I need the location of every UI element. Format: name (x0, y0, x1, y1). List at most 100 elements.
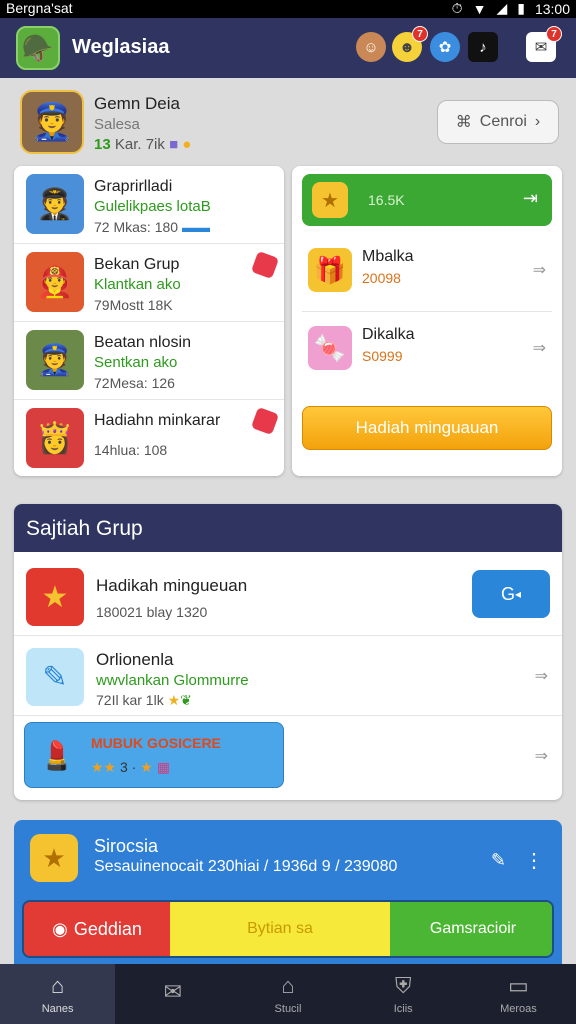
weekly-reward-button[interactable]: Hadiah minguauan (302, 406, 552, 450)
arrow-right-icon: ⇒ (534, 748, 548, 765)
group-thumb: 👸 (26, 408, 84, 468)
profile-header: 👮 Gemn Deia Salesa 13 Kar. 7ik ■ ● ⌘ Cen… (14, 84, 562, 160)
group-title: Beatan nlosin (94, 334, 191, 351)
candy-icon: 🍬 (308, 326, 352, 370)
avatar-icon[interactable]: ☺ (356, 32, 386, 62)
group-item[interactable]: 👮 Beatan nlosin Sentkan ako 72Mesa: 126 (14, 322, 284, 400)
profile-subtitle: Salesa (94, 116, 140, 133)
gift-icon: ▦ (156, 759, 170, 775)
app-logo[interactable]: 🪖 (16, 26, 60, 70)
nav-label: Meroas (500, 1003, 537, 1015)
group-title: Hadiahn minkarar (94, 412, 221, 429)
group-thumb: 👨‍🚒 (26, 252, 84, 312)
rewards-value: 16.5K (368, 192, 405, 208)
row-title: Orlionenla (96, 650, 174, 669)
group-section-row[interactable]: ✎ Orlionenla wwvlankan Glommurre 72Il ka… (14, 636, 562, 716)
nav-label: Nanes (41, 1003, 74, 1015)
gem-icon: ■ (169, 136, 179, 153)
sirocia-section: ★ Sirocsia Sesauinenocait 230hiai / 1936… (14, 820, 562, 965)
reward-value: S0999 (362, 348, 403, 364)
leaf-icon: ❦ (180, 692, 192, 708)
green-action-button[interactable]: Gamsracioir (390, 902, 552, 956)
target-icon: ◉ (52, 918, 68, 939)
reward-item[interactable]: 🎁 Mbalka 20098 ⇒ (302, 234, 552, 312)
star-icon: ★ (167, 692, 181, 708)
sirocia-subtitle: Sesauinenocait 230hiai / 1936d 9 / 23908… (94, 858, 398, 875)
group-meta: 72 Mkas: 180 ▬▬ (94, 219, 210, 235)
group-thumb: 👮 (26, 330, 84, 390)
arrow-right-icon: ⇒ (534, 668, 548, 685)
red-action-label: Geddian (73, 918, 142, 939)
action-bar: ◉ Geddian Bytian sa Gamsracioir (22, 900, 554, 958)
signal-icon: ◢ (496, 0, 508, 16)
reward-value: 20098 (362, 270, 401, 286)
row-meta: 180021 blay 1320 (96, 604, 208, 620)
cancel-icon: ⌘ (455, 114, 472, 131)
tile-rating: ★★ 3 · ★ ▦ (91, 759, 170, 776)
reward-item[interactable]: 🍬 Dikalka S0999 ⇒ (302, 312, 552, 390)
star-icon: ★ (312, 182, 348, 218)
sirocia-title: Sirocsia (94, 836, 159, 856)
tile-title: MUBUK GOSICERE (91, 735, 221, 751)
group-item[interactable]: 👨‍🚒 Bekan Grup Klantkan ako 79Mostt 18K (14, 244, 284, 322)
rewards-banner[interactable]: ★ 16.5K ⇥ (302, 174, 552, 226)
red-action-button[interactable]: ◉ Geddian (24, 902, 170, 956)
profile-avatar[interactable]: 👮 (20, 90, 84, 154)
carrier-label: Bergna'sat (6, 0, 73, 16)
group-item[interactable]: 🧑‍✈️ Graprirlladi Gulelikpaes lotaB 72 M… (14, 166, 284, 244)
group-section: Sajtiah Grup ★ Hadikah mingueuan 180021 … (14, 504, 562, 800)
chest-icon: 🎁 (308, 248, 352, 292)
yellow-action-button[interactable]: Bytian sa (170, 902, 390, 956)
go-button[interactable]: G ◂ (472, 570, 550, 618)
group-section-row[interactable]: ★ Hadikah mingueuan 180021 blay 1320 G ◂ (14, 556, 562, 636)
nav-briefcase[interactable]: ▭ Meroas (461, 964, 576, 1024)
nav-label: Stucil (274, 1003, 302, 1015)
nav-home[interactable]: ⌂ Nanes (0, 964, 116, 1024)
message-icon[interactable]: ✉ 7 (526, 26, 562, 62)
group-meta: 14hlua: 108 (94, 442, 168, 458)
reward-title: Dikalka (362, 326, 415, 343)
profile-stats: 13 Kar. 7ik ■ ● (94, 136, 191, 153)
row-meta-text: 72Il kar 1lk (96, 692, 164, 708)
store-icon: ⌂ (281, 973, 295, 998)
menu-icon[interactable]: ⇥ (523, 188, 538, 209)
group-title: Bekan Grup (94, 256, 180, 273)
group-meta: 79Mostt 18K (94, 297, 173, 313)
briefcase-icon: ▭ (508, 973, 529, 998)
more-icon[interactable]: ⋮ (524, 848, 544, 873)
shield-icon: ⛨ (394, 973, 412, 998)
group-item[interactable]: 👸 Hadiahn minkarar 14hlua: 108 (14, 400, 284, 478)
nav-mail[interactable]: ✉ (115, 964, 230, 1024)
section-header: Sajtiah Grup (14, 504, 562, 552)
cancel-label: Cenroi (479, 113, 527, 130)
nav-label: Iciis (393, 1003, 413, 1015)
nav-shield[interactable]: ⛨ Iciis (346, 964, 461, 1024)
profile-stat-green: 13 (94, 136, 111, 153)
rewards-card: ★ 16.5K ⇥ 🎁 Mbalka 20098 ⇒ 🍬 Dikalka S09… (292, 166, 562, 476)
cancel-button[interactable]: ⌘ Cenroi › (437, 100, 559, 144)
alarm-icon: ⏱ (451, 0, 463, 16)
lipstick-icon: 💄 (39, 739, 75, 771)
share-icon[interactable]: ✿ (430, 32, 460, 62)
edit-icon[interactable]: ✎ (491, 850, 506, 871)
home-icon: ⌂ (50, 973, 65, 998)
promo-tile[interactable]: 💄 MUBUK GOSICERE ★★ 3 · ★ ▦ (24, 722, 284, 788)
group-title: Graprirlladi (94, 178, 173, 195)
row-title: Hadikah mingueuan (96, 576, 248, 595)
nav-store[interactable]: ⌂ Stucil (230, 964, 345, 1024)
star-icon: ★★ (91, 759, 117, 775)
coin-icon: ● (182, 136, 192, 153)
emoji-icon[interactable]: ☻ 7 (392, 26, 428, 62)
chevron-right-icon: › (534, 113, 541, 130)
battery-icon: ▮ (517, 0, 525, 16)
app-title: Weglasiaa (72, 36, 170, 58)
group-section-row[interactable]: 💄 MUBUK GOSICERE ★★ 3 · ★ ▦ ⇒ (14, 716, 562, 796)
toggle-icon: ▬▬ (181, 219, 210, 235)
go-label: G (500, 583, 515, 604)
star-box-icon: ★ (26, 568, 84, 626)
notification-badge: 7 (412, 26, 428, 42)
group-subtitle: Sentkan ako (94, 354, 178, 371)
arrow-right-icon: ⇒ (532, 262, 546, 279)
tiktok-icon[interactable]: ♪ (468, 32, 498, 62)
mail-icon: ✉ (163, 979, 183, 1004)
